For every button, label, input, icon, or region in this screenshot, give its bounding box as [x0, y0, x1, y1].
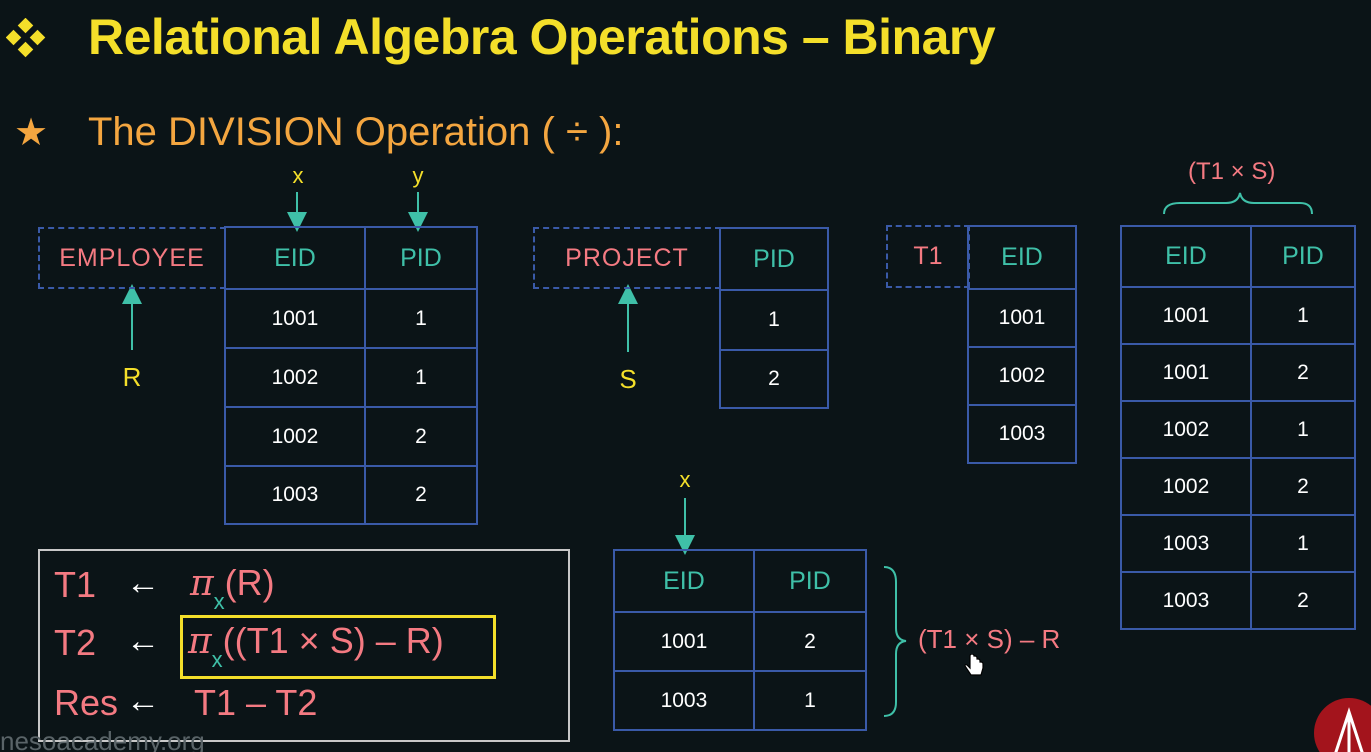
column-header: PID: [363, 226, 479, 290]
table-cell: 1: [363, 288, 479, 349]
table-cell: 1003: [224, 465, 366, 525]
table-cell: 2: [363, 406, 479, 467]
table-cell: 1001: [1120, 343, 1252, 402]
column-header: PID: [752, 549, 868, 613]
watermark: nesoacademy.org: [0, 726, 205, 752]
table-cell: 1003: [1120, 514, 1252, 573]
t1xs-label: (T1 × S): [1188, 158, 1276, 185]
table-cell: 1001: [1120, 286, 1252, 345]
column-header: EID: [967, 225, 1077, 290]
project-label: PROJECT: [533, 227, 721, 289]
table-cell: 1: [752, 670, 868, 731]
formula-lhs: T2: [54, 622, 97, 663]
y-label: y: [412, 163, 424, 188]
table-cell: 1003: [613, 670, 755, 731]
table-cell: 1002: [967, 346, 1077, 406]
column-header: PID: [719, 227, 829, 291]
left-arrow-icon: ←: [126, 564, 160, 602]
formula-row-3: Res: [54, 682, 118, 724]
r-label: R: [122, 362, 142, 392]
table-cell: 2: [1249, 571, 1357, 630]
table-cell: 2: [1249, 457, 1357, 516]
formula-rhs-1: πx(R): [190, 562, 275, 614]
pi-symbol: π: [188, 621, 212, 662]
neso-logo-icon: [1314, 698, 1371, 752]
formula-rhs-2: πx((T1 × S) – R): [188, 620, 444, 672]
table-cell: 2: [1249, 343, 1357, 402]
t1-label: T1: [886, 225, 970, 288]
table-cell: 1002: [224, 406, 366, 467]
column-header: EID: [224, 226, 366, 290]
column-header: EID: [613, 549, 755, 613]
difference-annotation: (T1 × S) – R: [918, 624, 1061, 654]
table-cell: 2: [719, 349, 829, 409]
t1xs-table: EID PID 1001 1 1001 2 1002 1 1002 2 1003 1 100…: [1120, 225, 1357, 630]
table-cell: 1: [719, 289, 829, 351]
table-cell: 1001: [967, 288, 1077, 348]
formula-row-1: T1: [54, 564, 96, 606]
left-arrow-icon: ←: [126, 682, 160, 720]
t1xs-brace: [1163, 192, 1313, 215]
employee-label: EMPLOYEE: [38, 227, 226, 289]
table-cell: 1001: [613, 611, 755, 672]
left-arrow-icon: ←: [126, 622, 160, 660]
pi-subscript: x: [213, 589, 225, 614]
pi-symbol: π: [190, 563, 214, 604]
page-title: Relational Algebra Operations – Binary: [88, 9, 996, 65]
diff-brace: [883, 566, 907, 717]
section-subtitle: The DIVISION Operation ( ÷ ):: [88, 110, 624, 154]
x-result-label: x: [679, 467, 691, 492]
star-bullet-icon: ★: [14, 112, 49, 154]
table-cell: 1002: [224, 347, 366, 408]
formula-rhs-3: T1 – T2: [194, 682, 318, 723]
pi-subscript: x: [211, 647, 223, 672]
employee-table: EID PID 1001 1 1002 1 1002 2 1003 2: [224, 226, 479, 525]
difference-table: EID PID 1001 2 1003 1: [613, 549, 868, 731]
table-cell: 1: [363, 347, 479, 408]
table-cell: 2: [363, 465, 479, 525]
project-table: PID 1 2: [719, 227, 829, 409]
table-cell: 1001: [224, 288, 366, 349]
t1-table: EID 1001 1002 1003: [967, 225, 1077, 464]
table-cell: 1: [1249, 286, 1357, 345]
x-label: x: [292, 163, 304, 188]
formula-row-2: T2: [54, 622, 96, 664]
table-cell: 1003: [967, 404, 1077, 464]
table-cell: 1002: [1120, 457, 1252, 516]
table-cell: 1002: [1120, 400, 1252, 459]
diamond-bullet-icon: [6, 18, 46, 58]
table-cell: 1003: [1120, 571, 1252, 630]
column-header: PID: [1249, 225, 1357, 288]
column-header: EID: [1120, 225, 1252, 288]
formula-rest: (R): [224, 562, 275, 603]
s-label: S: [619, 364, 637, 394]
table-cell: 2: [752, 611, 868, 672]
formula-rest: ((T1 × S) – R): [222, 620, 444, 661]
table-cell: 1: [1249, 400, 1357, 459]
formula-lhs: T1: [54, 564, 97, 605]
formula-lhs: Res: [54, 682, 119, 723]
table-cell: 1: [1249, 514, 1357, 573]
hand-cursor-icon: [964, 654, 984, 676]
